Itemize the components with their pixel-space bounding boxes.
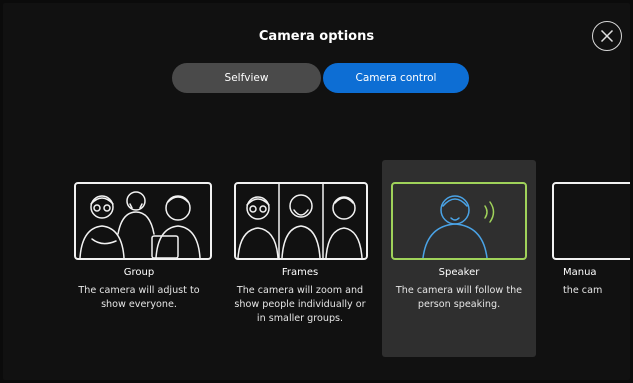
close-button[interactable] — [592, 21, 622, 51]
option-label: Speaker — [438, 267, 480, 278]
speaker-person-icon — [422, 195, 495, 258]
tab-camera-control[interactable]: Camera control — [323, 63, 469, 93]
tab-selfview[interactable]: Selfview — [172, 63, 321, 93]
group-people-icon — [79, 191, 201, 258]
option-speaker[interactable]: Speaker The camera will follow the perso… — [382, 160, 536, 357]
option-group[interactable]: Group The camera will adjust to show eve… — [65, 160, 213, 357]
option-description: The camera will adjust to show everyone. — [78, 285, 200, 310]
mode-tabs: Selfview Camera control — [3, 63, 630, 93]
group-illustration — [74, 182, 212, 260]
option-manual[interactable]: Manua the cam — [543, 160, 630, 357]
frames-people-icon — [237, 184, 363, 258]
camera-options-dialog: Camera options Selfview Camera control G… — [3, 3, 630, 380]
close-icon — [600, 29, 614, 43]
option-frames[interactable]: Frames The camera will zoom and show peo… — [225, 160, 375, 357]
speaker-illustration — [391, 182, 527, 260]
option-label: Frames — [281, 267, 319, 278]
manual-illustration — [552, 182, 630, 260]
option-label: Group — [123, 267, 155, 278]
dialog-title: Camera options — [258, 29, 375, 44]
option-description: the cam — [563, 285, 603, 296]
option-description: The camera will follow the person speaki… — [395, 285, 523, 310]
option-description: The camera will zoom and show people ind… — [234, 285, 366, 324]
frames-illustration — [234, 182, 368, 260]
option-label: Manua — [563, 267, 597, 278]
